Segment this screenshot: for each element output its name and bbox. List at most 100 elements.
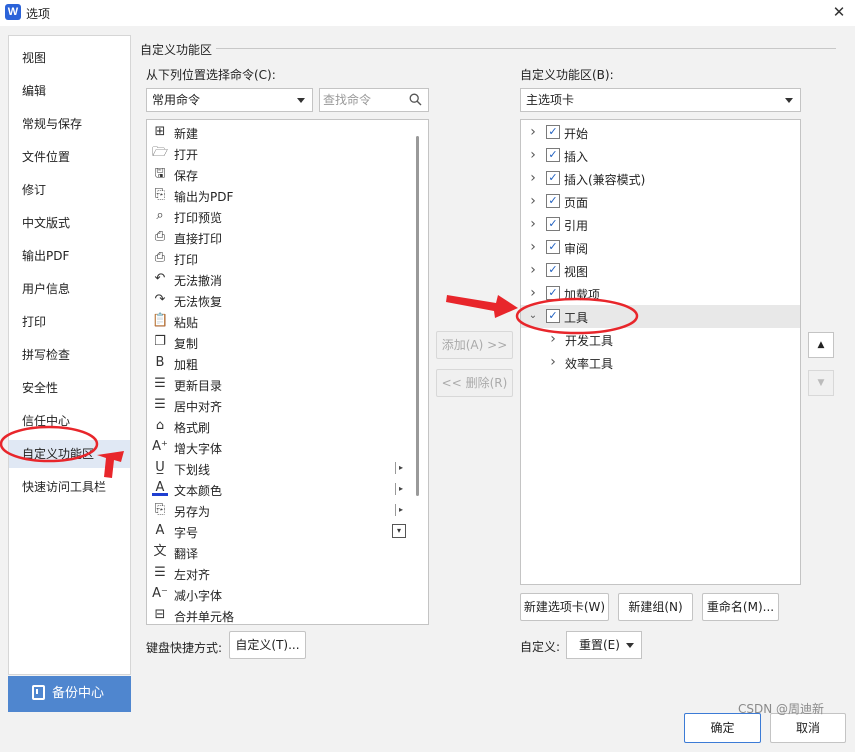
chevron-right-icon[interactable]: › [527, 171, 539, 185]
command-source-select[interactable]: 常用命令 [146, 88, 313, 112]
nav-item[interactable]: 自定义功能区 [9, 440, 130, 468]
nav-item[interactable]: 修订 [9, 176, 130, 204]
command-item[interactable]: B 加粗 [147, 353, 415, 374]
chevron-down-icon[interactable]: ⌄ [527, 309, 539, 323]
nav-item[interactable]: 编辑 [9, 77, 130, 105]
submenu-box-icon[interactable]: ▾ [392, 524, 406, 538]
submenu-arrow-icon[interactable]: ▸ [395, 504, 406, 516]
new-tab-button[interactable]: 新建选项卡(W) [520, 593, 609, 621]
rename-button[interactable]: 重命名(M)... [702, 593, 779, 621]
tab-checkbox[interactable]: ✓ [546, 125, 560, 139]
command-item[interactable]: ↶ 无法撤消 [147, 269, 415, 290]
nav-item[interactable]: 常规与保存 [9, 110, 130, 138]
command-item[interactable]: ↷ 无法恢复 [147, 290, 415, 311]
move-up-button[interactable]: ▲ [808, 332, 834, 358]
nav-item[interactable]: 安全性 [9, 374, 130, 402]
save-icon: 🖫 [154, 166, 166, 181]
ribbon-tab-item[interactable]: ⌄ ✓ 工具 [521, 305, 800, 328]
tab-checkbox[interactable]: ✓ [546, 148, 560, 162]
nav-item[interactable]: 输出PDF [9, 242, 130, 270]
tab-checkbox[interactable]: ✓ [546, 309, 560, 323]
chevron-right-icon[interactable]: › [527, 217, 539, 231]
command-label: 下划线 [174, 463, 211, 477]
command-item[interactable]: ❐ 复制 [147, 332, 415, 353]
submenu-arrow-icon[interactable]: ▸ [395, 483, 406, 495]
command-item[interactable]: ☰ 居中对齐 [147, 395, 415, 416]
ribbon-tab-item[interactable]: › ✓ 审阅 [521, 236, 800, 259]
nav-item[interactable]: 视图 [9, 44, 130, 72]
nav-item[interactable]: 拼写检查 [9, 341, 130, 369]
ok-button[interactable]: 确定 [684, 713, 761, 743]
command-search-input[interactable] [323, 92, 407, 108]
chevron-right-icon[interactable]: › [547, 332, 559, 346]
command-item[interactable]: ⌂ 格式刷 [147, 416, 415, 437]
chevron-right-icon[interactable]: › [527, 125, 539, 139]
reset-dropdown-value: 重置(E) [579, 638, 620, 652]
search-icon[interactable] [409, 93, 422, 106]
tab-checkbox[interactable]: ✓ [546, 194, 560, 208]
command-list-scrollbar[interactable] [416, 136, 419, 496]
ribbon-tab-item[interactable]: › ✓ 引用 [521, 213, 800, 236]
tab-checkbox[interactable]: ✓ [546, 217, 560, 231]
underline-icon: U̲ [155, 460, 165, 475]
tree-item-label: 工具 [564, 311, 589, 325]
command-item[interactable]: A⁻ 减小字体 [147, 584, 415, 605]
chevron-right-icon[interactable]: › [547, 355, 559, 369]
ribbon-tab-item[interactable]: › ✓ 开始 [521, 121, 800, 144]
command-item[interactable]: 📋 粘贴 [147, 311, 415, 332]
ribbon-tab-item[interactable]: › ✓ 页面 [521, 190, 800, 213]
customize-shortcut-button[interactable]: 自定义(T)... [229, 631, 306, 659]
command-item[interactable]: 🗁 打开 [147, 143, 415, 164]
remove-button[interactable]: << 删除(R) [436, 369, 513, 397]
reset-dropdown[interactable]: 重置(E) [566, 631, 642, 659]
command-item[interactable]: ⎘ 输出为PDF [147, 185, 415, 206]
command-item[interactable]: ☰ 左对齐 [147, 563, 415, 584]
command-item[interactable]: ⌕ 打印预览 [147, 206, 415, 227]
nav-item[interactable]: 快速访问工具栏 [9, 473, 130, 501]
command-item[interactable]: ⎙ 直接打印 [147, 227, 415, 248]
tab-checkbox[interactable]: ✓ [546, 286, 560, 300]
chevron-right-icon[interactable]: › [527, 148, 539, 162]
command-item[interactable]: ⎙ 打印 [147, 248, 415, 269]
chevron-right-icon[interactable]: › [527, 194, 539, 208]
ribbon-tabs-select[interactable]: 主选项卡 [520, 88, 801, 112]
submenu-arrow-icon[interactable]: ▸ [395, 462, 406, 474]
chevron-right-icon[interactable]: › [527, 286, 539, 300]
tab-checkbox[interactable]: ✓ [546, 171, 560, 185]
new-group-button[interactable]: 新建组(N) [618, 593, 693, 621]
chevron-right-icon[interactable]: › [527, 240, 539, 254]
chevron-right-icon[interactable]: › [527, 263, 539, 277]
ribbon-group-item[interactable]: › 开发工具 [521, 328, 800, 351]
cancel-button[interactable]: 取消 [770, 713, 846, 743]
command-item[interactable]: A⁺ 增大字体 [147, 437, 415, 458]
command-item[interactable]: A 字号 ▾ [147, 521, 415, 542]
nav-item[interactable]: 打印 [9, 308, 130, 336]
nav-item[interactable]: 中文版式 [9, 209, 130, 237]
command-item[interactable]: ⊞ 新建 [147, 122, 415, 143]
command-item[interactable]: ⊟ 合并单元格 [147, 605, 415, 624]
ribbon-tab-item[interactable]: › ✓ 视图 [521, 259, 800, 282]
command-item[interactable]: A 文本颜色 ▸ [147, 479, 415, 500]
command-item[interactable]: ☰ 更新目录 [147, 374, 415, 395]
backup-center-button[interactable]: 备份中心 [8, 676, 131, 712]
command-item[interactable]: 文翻译 [147, 542, 415, 563]
nav-item[interactable]: 用户信息 [9, 275, 130, 303]
ribbon-tab-item[interactable]: › ✓ 插入(兼容模式) [521, 167, 800, 190]
ribbon-tab-item[interactable]: › ✓ 加载项 [521, 282, 800, 305]
nav-item[interactable]: 文件位置 [9, 143, 130, 171]
command-list[interactable]: ⊞ 新建 🗁 打开 🖫 保存 ⎘ 输出为PDF ⌕ 打印预览 ⎙ 直接打印 ⎙ 打印 ↶ 无法撤消 ↷ 无法恢复 📋… [146, 119, 429, 625]
ribbon-tab-tree[interactable]: › ✓ 开始 › ✓ 插入 › ✓ 插入(兼容模式) › ✓ 页面 › ✓ 引用 › ✓ 审阅 › ✓ 视图 › ✓ 加载项 ⌄… [520, 119, 801, 585]
nav-item[interactable]: 信任中心 [9, 407, 130, 435]
ribbon-group-item[interactable]: › 效率工具 [521, 351, 800, 374]
tab-checkbox[interactable]: ✓ [546, 263, 560, 277]
command-search-box[interactable] [319, 88, 429, 112]
tab-checkbox[interactable]: ✓ [546, 240, 560, 254]
command-item[interactable]: U̲ 下划线 ▸ [147, 458, 415, 479]
add-button[interactable]: 添加(A) >> [436, 331, 513, 359]
command-item[interactable]: 🖫 保存 [147, 164, 415, 185]
move-down-button[interactable]: ▼ [808, 370, 834, 396]
command-item[interactable]: ⎘ 另存为 ▸ [147, 500, 415, 521]
close-icon[interactable]: ✕ [828, 2, 850, 22]
font-shrink-icon: A⁻ [152, 586, 168, 601]
ribbon-tab-item[interactable]: › ✓ 插入 [521, 144, 800, 167]
